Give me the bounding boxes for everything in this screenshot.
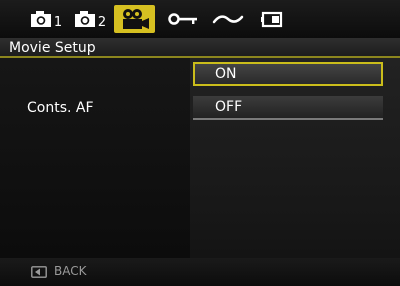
back-button-icon[interactable] — [31, 266, 47, 278]
option-label: ON — [215, 66, 237, 82]
tab-camera-2[interactable]: 2 — [68, 5, 112, 33]
option-off[interactable]: OFF — [193, 96, 383, 120]
tab-number: 2 — [97, 14, 107, 30]
camera-menu-screen: 1 2 Movie Setup Conts. AF ON OFF BACK — [0, 0, 400, 286]
camera-icon — [74, 10, 95, 27]
option-on[interactable]: ON — [193, 62, 383, 86]
back-label[interactable]: BACK — [54, 263, 86, 279]
footer-bar: BACK — [0, 258, 400, 286]
movie-camera-icon — [122, 9, 149, 29]
option-list-panel — [190, 58, 400, 258]
tab-wave[interactable] — [207, 5, 249, 33]
tab-battery[interactable] — [252, 5, 292, 33]
camera-icon — [30, 10, 51, 27]
setting-list-panel — [0, 58, 190, 258]
page-title: Movie Setup — [9, 40, 96, 56]
battery-icon — [261, 11, 283, 28]
tab-camera-1[interactable]: 1 — [24, 5, 68, 33]
wave-icon — [212, 15, 244, 24]
key-icon — [168, 13, 197, 25]
setting-label-conts-af[interactable]: Conts. AF — [27, 99, 94, 117]
menu-header: Movie Setup — [0, 38, 400, 58]
tab-number: 1 — [53, 14, 63, 30]
tab-setup[interactable] — [163, 5, 203, 33]
option-label: OFF — [215, 99, 243, 115]
tab-movie[interactable] — [114, 5, 155, 33]
tab-bar: 1 2 — [0, 0, 400, 38]
